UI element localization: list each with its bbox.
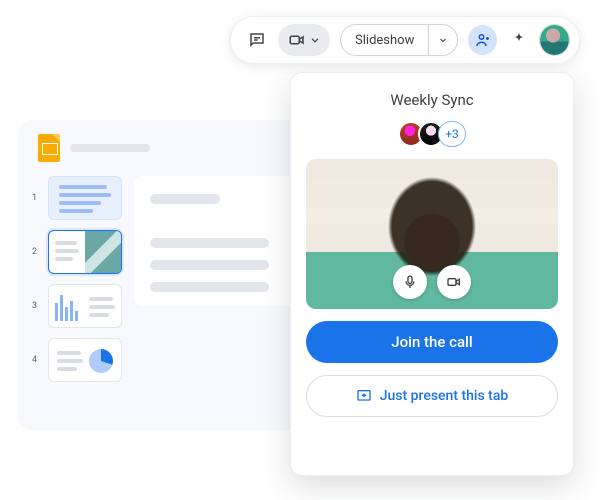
- slides-logo-icon: [38, 134, 60, 162]
- bar-chart-icon: [55, 293, 83, 321]
- slides-editor-card: 1 2 3 4: [18, 120, 320, 430]
- share-button[interactable]: [468, 25, 497, 55]
- doc-header: [32, 134, 306, 162]
- slide-thumbnail-1[interactable]: [48, 176, 122, 220]
- slide-thumb-row[interactable]: 2: [32, 230, 122, 274]
- editor-body: 1 2 3 4: [32, 176, 306, 382]
- slide-image-icon: [85, 231, 121, 274]
- comments-icon[interactable]: [245, 28, 268, 52]
- slideshow-split-button: Slideshow: [340, 24, 458, 56]
- present-tab-label: Just present this tab: [380, 388, 509, 404]
- more-participants-chip[interactable]: +3: [438, 121, 466, 147]
- join-call-button[interactable]: Join the call: [306, 321, 558, 363]
- present-tab-button[interactable]: Just present this tab: [306, 375, 558, 417]
- slideshow-label: Slideshow: [355, 33, 414, 48]
- slide-thumbnail-3[interactable]: [48, 284, 122, 328]
- video-camera-icon: [446, 274, 462, 290]
- video-controls: [393, 265, 471, 299]
- microphone-button[interactable]: [393, 265, 427, 299]
- slide-thumbnail-2-selected[interactable]: [48, 230, 122, 274]
- slide-number: 3: [32, 301, 40, 311]
- meet-join-panel: Weekly Sync +3 Join the call Just presen…: [290, 72, 574, 476]
- present-to-all-icon: [356, 388, 372, 404]
- text-placeholder: [150, 194, 220, 204]
- chevron-down-icon: [437, 34, 449, 46]
- gemini-icon[interactable]: [507, 28, 530, 52]
- text-placeholder: [150, 238, 269, 248]
- slide-thumbnail-strip: 1 2 3 4: [32, 176, 122, 382]
- microphone-icon: [402, 274, 418, 290]
- join-call-label: Join the call: [391, 333, 472, 351]
- slide-number: 2: [32, 247, 40, 257]
- meet-camera-button[interactable]: [278, 24, 330, 56]
- slide-number: 1: [32, 193, 40, 203]
- meeting-title: Weekly Sync: [390, 91, 473, 109]
- chevron-down-icon: [308, 33, 322, 47]
- self-video-preview: [306, 159, 558, 309]
- slide-thumb-row[interactable]: 1: [32, 176, 122, 220]
- slideshow-button[interactable]: Slideshow: [340, 24, 428, 56]
- participant-avatars: +3: [398, 121, 466, 147]
- slide-thumb-row[interactable]: 4: [32, 338, 122, 382]
- person-add-icon: [474, 31, 492, 49]
- toolbar: Slideshow: [230, 16, 580, 64]
- doc-title-placeholder: [70, 144, 150, 152]
- slide-thumb-row[interactable]: 3: [32, 284, 122, 328]
- pie-chart-icon: [89, 349, 113, 373]
- slide-canvas[interactable]: [134, 176, 306, 306]
- video-camera-icon: [288, 31, 306, 49]
- slide-number: 4: [32, 355, 40, 365]
- text-placeholder: [150, 282, 269, 292]
- slideshow-dropdown-button[interactable]: [428, 24, 458, 56]
- slide-thumbnail-4[interactable]: [48, 338, 122, 382]
- camera-button[interactable]: [437, 265, 471, 299]
- text-placeholder: [150, 260, 269, 270]
- profile-avatar[interactable]: [540, 25, 569, 55]
